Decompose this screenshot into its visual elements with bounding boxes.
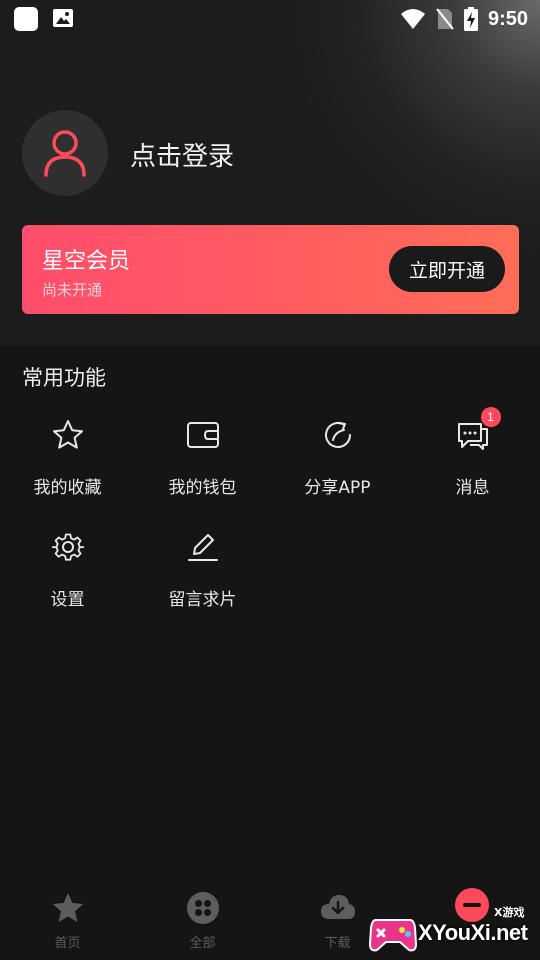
request-movie-item[interactable]: 留言求片 (135, 527, 270, 627)
tab-download-label: 下载 (324, 936, 351, 951)
settings-label: 设置 (50, 590, 85, 610)
wifi-icon (400, 9, 425, 29)
app-notification-icon (14, 7, 38, 31)
share-icon (324, 422, 351, 448)
share-app-label: 分享APP (304, 478, 371, 498)
messages-label: 消息 (455, 478, 490, 498)
settings-item[interactable]: 设置 (0, 527, 135, 627)
messages-item[interactable]: 1 消息 (405, 407, 540, 515)
vip-title: 星空会员 (42, 249, 131, 274)
watermark-text: XYouXi.net (418, 920, 528, 945)
user-icon (44, 130, 86, 177)
share-app-item[interactable]: 分享APP (270, 415, 405, 515)
wallet-label: 我的钱包 (168, 478, 237, 498)
login-link[interactable]: 点击登录 (130, 136, 234, 173)
battery-icon (463, 7, 478, 31)
watermark-small-text: X游戏 (494, 906, 525, 919)
edit-icon (187, 534, 218, 561)
tab-home-label: 首页 (54, 936, 81, 951)
grid-icon (186, 892, 219, 924)
watermark: XYouXi.net X游戏 (368, 900, 538, 958)
activate-vip-button[interactable]: 立即开通 (389, 246, 505, 292)
favorites-item[interactable]: 我的收藏 (0, 415, 135, 515)
favorites-label: 我的收藏 (33, 478, 102, 498)
common-functions-title: 常用功能 (22, 366, 106, 390)
tab-all-label: 全部 (189, 936, 216, 951)
gamepad-logo-icon (368, 919, 418, 952)
vip-status: 尚未开通 (42, 281, 103, 299)
tab-home[interactable]: 首页 (0, 880, 135, 960)
unread-badge: 1 (480, 407, 501, 427)
vip-membership-card[interactable]: 星空会员 尚未开通 立即开通 (22, 225, 519, 314)
status-time: 9:50 (487, 7, 528, 30)
wallet-item[interactable]: 我的钱包 (135, 415, 270, 515)
avatar[interactable] (22, 110, 108, 196)
no-sim-icon (436, 8, 454, 30)
tab-all[interactable]: 全部 (135, 880, 270, 960)
star-icon (52, 420, 83, 449)
status-bar: 9:50 (0, 0, 540, 36)
image-notification-icon (53, 9, 73, 27)
gear-icon (51, 533, 84, 561)
star-icon (52, 893, 83, 922)
wallet-icon (186, 422, 219, 448)
cloud-download-icon (320, 895, 355, 919)
request-movie-label: 留言求片 (168, 590, 237, 610)
